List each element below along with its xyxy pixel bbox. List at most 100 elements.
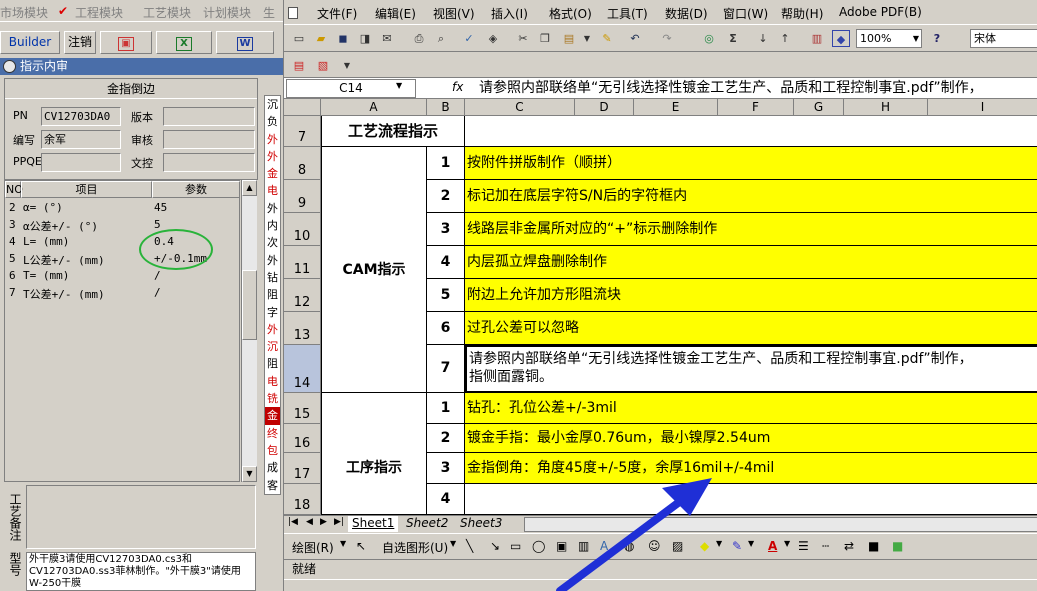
- draw-menu[interactable]: 绘图(R): [292, 539, 334, 556]
- autoshape-menu[interactable]: 自选图形(U): [382, 539, 448, 556]
- cell-c15[interactable]: 钻孔：孔位公差+/-3mil: [465, 393, 1037, 424]
- autoshape-dropdown-icon[interactable]: ▼: [450, 539, 456, 548]
- menu-help[interactable]: 帮助(H): [781, 5, 823, 22]
- process-list-char[interactable]: 钻: [265, 269, 280, 286]
- process-list-char[interactable]: 电: [265, 182, 280, 199]
- process-remark-box[interactable]: [26, 485, 256, 549]
- excel-doc-icon[interactable]: [288, 7, 298, 19]
- cell-b12[interactable]: 5: [427, 279, 465, 312]
- select-all-corner[interactable]: [284, 99, 321, 116]
- menu-data[interactable]: 数据(D): [665, 5, 708, 22]
- dash-style-icon[interactable]: ┄: [822, 539, 829, 553]
- shadow-icon[interactable]: ■: [868, 539, 879, 553]
- sort-desc-icon[interactable]: ↑: [776, 30, 794, 47]
- row-header-10[interactable]: 10: [284, 213, 321, 246]
- process-list-char[interactable]: 沉: [265, 338, 280, 355]
- cell-c17[interactable]: 金指倒角：角度45度+/-5度，余厚16mil+/-4mil: [465, 453, 1037, 484]
- font-color-dropdown-icon[interactable]: ▼: [784, 539, 790, 548]
- process-list-char[interactable]: 金: [265, 407, 280, 425]
- help-icon[interactable]: ?: [928, 30, 946, 47]
- excel-button[interactable]: X: [156, 31, 212, 54]
- grid-header-no[interactable]: NO: [5, 181, 23, 198]
- row-header-8[interactable]: 8: [284, 147, 321, 180]
- cell-b16[interactable]: 2: [427, 424, 465, 453]
- process-list-char[interactable]: 内: [265, 217, 280, 234]
- format-painter-icon[interactable]: ✎: [598, 30, 616, 47]
- grid-scrollbar[interactable]: ▲ ▼: [241, 180, 257, 482]
- open-icon[interactable]: ▰: [312, 30, 330, 47]
- next-sheet-icon[interactable]: ▶: [320, 517, 327, 527]
- last-sheet-icon[interactable]: ▶|: [334, 517, 344, 527]
- grid-header-item[interactable]: 项目: [21, 181, 152, 198]
- drawing-toggle-icon[interactable]: ◆: [832, 30, 850, 47]
- line-color-icon[interactable]: ✎: [732, 539, 742, 553]
- scroll-up-arrow[interactable]: ▲: [242, 180, 257, 196]
- font-color-icon[interactable]: A: [768, 539, 777, 553]
- module-plan[interactable]: 计划模块: [203, 4, 251, 21]
- menu-adobe-pdf[interactable]: Adobe PDF(B): [839, 5, 922, 19]
- pn-field[interactable]: CV12703DA0: [41, 107, 121, 126]
- redo-icon[interactable]: ↷: [658, 30, 676, 47]
- process-list-char[interactable]: 字: [265, 304, 280, 321]
- select-pointer-icon[interactable]: ↖: [356, 539, 366, 553]
- cell-b9[interactable]: 2: [427, 180, 465, 213]
- line-color-dropdown-icon[interactable]: ▼: [748, 539, 754, 548]
- permission-icon[interactable]: ◨: [356, 30, 374, 47]
- menu-format[interactable]: 格式(O): [549, 5, 592, 22]
- author-field[interactable]: 余军: [41, 130, 121, 149]
- wordart-icon[interactable]: A: [600, 539, 608, 553]
- builder-button[interactable]: Builder: [0, 31, 60, 54]
- ppqe-field[interactable]: [41, 153, 121, 172]
- tab-sheet1[interactable]: Sheet1: [348, 516, 399, 532]
- row-header-15[interactable]: 15: [284, 393, 321, 424]
- process-list-char[interactable]: 终: [265, 425, 280, 442]
- picture-icon[interactable]: ▨: [672, 539, 683, 553]
- row-header-14[interactable]: 14: [284, 345, 321, 393]
- column-header-a[interactable]: A: [321, 99, 427, 116]
- menu-window[interactable]: 窗口(W): [723, 5, 768, 22]
- cell-b10[interactable]: 3: [427, 213, 465, 246]
- cell-c13[interactable]: 过孔公差可以忽略: [465, 312, 1037, 345]
- paste-dropdown-icon[interactable]: ▼: [578, 30, 596, 47]
- cell-b11[interactable]: 4: [427, 246, 465, 279]
- hyperlink-icon[interactable]: ◎: [700, 30, 718, 47]
- process-list-char[interactable]: 成: [265, 459, 280, 476]
- process-list-char[interactable]: 外: [265, 252, 280, 269]
- fx-icon[interactable]: fx: [452, 80, 463, 94]
- cell-a-process[interactable]: 工序指示: [321, 393, 427, 515]
- arrow-tool-icon[interactable]: ↘: [490, 539, 500, 553]
- textbox-icon[interactable]: ▣: [556, 539, 567, 553]
- cell-c11[interactable]: 内层孤立焊盘删除制作: [465, 246, 1037, 279]
- copy-icon[interactable]: ❐: [536, 30, 554, 47]
- cell-c10[interactable]: 线路层非金属所对应的“+”标示删除制作: [465, 213, 1037, 246]
- formula-input[interactable]: 请参照内部联络单“无引线选择性镀金工艺生产、品质和工程控制事宜.pdf”制作，: [479, 79, 1037, 98]
- cell-c16[interactable]: 镀金手指：最小金厚0.76um，最小镍厚2.54um: [465, 424, 1037, 453]
- process-list-char[interactable]: 外: [265, 321, 280, 338]
- process-list-char[interactable]: 特: [265, 494, 280, 495]
- column-header-d[interactable]: D: [575, 99, 634, 116]
- autosum-icon[interactable]: Σ: [724, 30, 742, 47]
- horizontal-scrollbar[interactable]: [524, 517, 1037, 532]
- model-note-box[interactable]: 外干膜3请使用CV12703DA0.cs3和CV12703DA0.ss3菲林制作…: [26, 552, 256, 591]
- row-header-7[interactable]: 7: [284, 116, 321, 147]
- column-header-f[interactable]: F: [718, 99, 794, 116]
- column-header-c[interactable]: C: [465, 99, 575, 116]
- process-list-char[interactable]: 包: [265, 442, 280, 459]
- column-header-i[interactable]: I: [928, 99, 1037, 116]
- first-sheet-icon[interactable]: |◀: [288, 517, 298, 527]
- cell-a-cam[interactable]: CAM指示: [321, 147, 427, 393]
- row-header-16[interactable]: 16: [284, 424, 321, 453]
- 3d-icon[interactable]: ■: [892, 539, 903, 553]
- word-button[interactable]: W: [216, 31, 274, 54]
- vertical-textbox-icon[interactable]: ▥: [578, 539, 589, 553]
- cell-b17[interactable]: 3: [427, 453, 465, 484]
- process-list-char[interactable]: 次: [265, 234, 280, 251]
- row-header-9[interactable]: 9: [284, 180, 321, 213]
- process-list-char[interactable]: 外: [265, 200, 280, 217]
- fill-dropdown-icon[interactable]: ▼: [716, 539, 722, 548]
- cell-c9[interactable]: 标记加在底层字符S/N后的字符框内: [465, 180, 1037, 213]
- process-list-char[interactable]: 金: [265, 165, 280, 182]
- namebox-dropdown-icon[interactable]: ▼: [396, 81, 402, 90]
- chart-wizard-icon[interactable]: ▥: [808, 30, 826, 47]
- version-field[interactable]: [163, 107, 255, 126]
